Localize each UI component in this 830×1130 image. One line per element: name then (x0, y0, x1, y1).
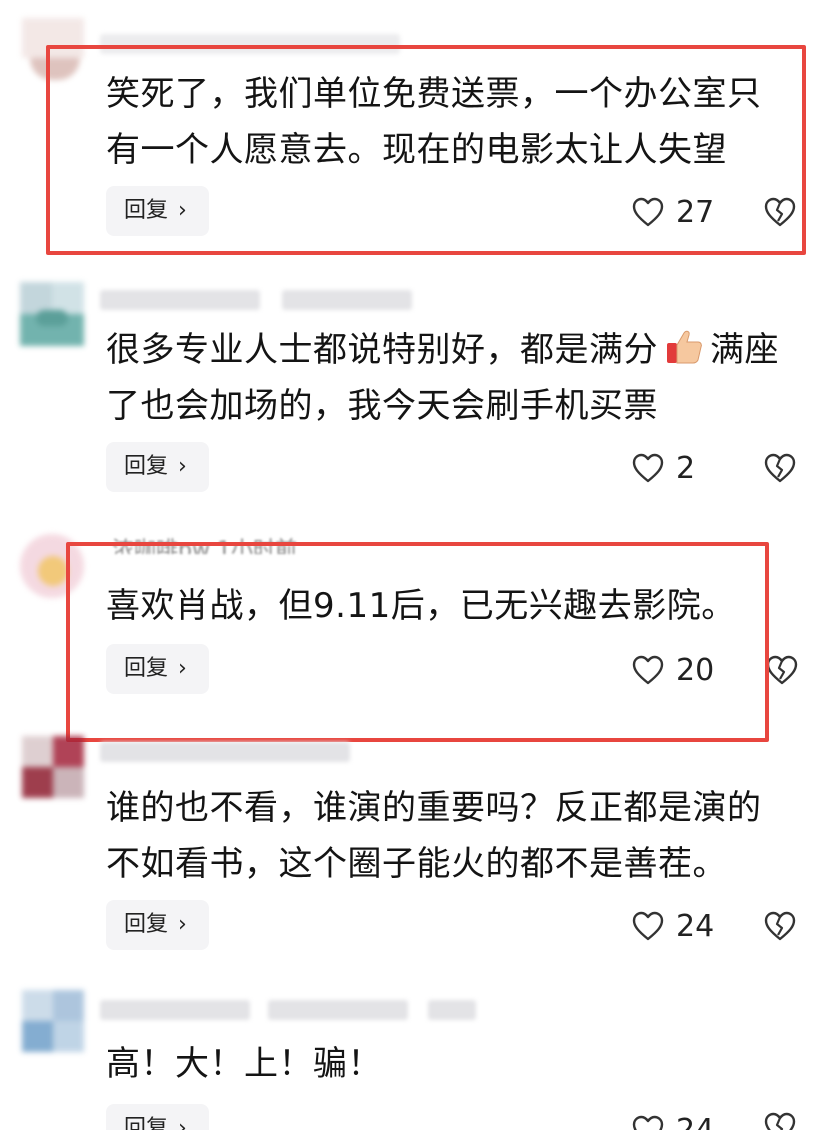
chevron-right-icon: › (178, 454, 187, 479)
username[interactable] (268, 1000, 408, 1020)
thumbs-up-emoji-icon (667, 330, 702, 364)
comment-line: 了也会加场的，我今天会刷手机买票 (106, 386, 658, 426)
comment-line: 高！大！上！骗！ (106, 1044, 382, 1084)
like-button[interactable]: 2 (632, 448, 695, 488)
chevron-right-icon: › (178, 912, 187, 937)
like-count: 2 (676, 450, 696, 486)
comment-line: 很多专业人士都说特别好，都是满分 满座 (106, 322, 806, 378)
comment-text: 谁的也不看，谁演的重要吗？反正都是演的 不如看书，这个圈子能火的都不是善茬。 (106, 780, 806, 892)
reply-button[interactable]: 回复 › (106, 442, 209, 492)
like-count: 24 (676, 1112, 715, 1130)
avatar[interactable] (20, 282, 84, 346)
comment-line: 不如看书，这个圈子能火的都不是善茬。 (106, 844, 727, 884)
broken-heart-icon[interactable] (764, 1112, 796, 1130)
reply-label: 回复 (124, 454, 169, 479)
comment-text: 很多专业人士都说特别好，都是满分 满座 了也会加场的，我今天会刷手机买票 (106, 322, 806, 434)
comment-line: 谁的也不看，谁演的重要吗？反正都是演的 (106, 788, 762, 828)
heart-outline-icon (632, 453, 664, 483)
comment-segment: 满座 (710, 330, 779, 370)
username[interactable] (428, 1000, 476, 1020)
username[interactable] (282, 290, 412, 310)
highlight-frame (66, 542, 769, 742)
comment-segment: 很多专业人士都说特别好，都是满分 (106, 330, 658, 370)
comment-feed: 笑死了，我们单位免费送票，一个办公室只 有一个人愿意去。现在的电影太让人失望 回… (0, 0, 830, 1130)
broken-heart-icon[interactable] (766, 655, 798, 685)
chevron-right-icon: › (178, 1116, 187, 1130)
avatar[interactable] (22, 990, 84, 1052)
highlight-frame (46, 45, 806, 255)
heart-outline-icon (632, 911, 664, 941)
username[interactable] (100, 1000, 250, 1020)
reply-button[interactable]: 回复 › (106, 900, 209, 950)
broken-heart-icon[interactable] (764, 453, 796, 483)
heart-outline-icon (632, 1115, 664, 1130)
reply-label: 回复 (124, 912, 169, 937)
comment-text: 高！大！上！骗！ (106, 1036, 806, 1092)
reply-label: 回复 (124, 1116, 169, 1130)
like-button[interactable]: 24 (632, 1110, 714, 1130)
like-button[interactable]: 24 (632, 906, 714, 946)
username[interactable] (100, 290, 260, 310)
username[interactable] (100, 742, 350, 762)
like-count: 24 (676, 908, 715, 944)
reply-button[interactable]: 回复 › (106, 1104, 209, 1130)
avatar[interactable] (22, 736, 84, 798)
broken-heart-icon[interactable] (764, 911, 796, 941)
